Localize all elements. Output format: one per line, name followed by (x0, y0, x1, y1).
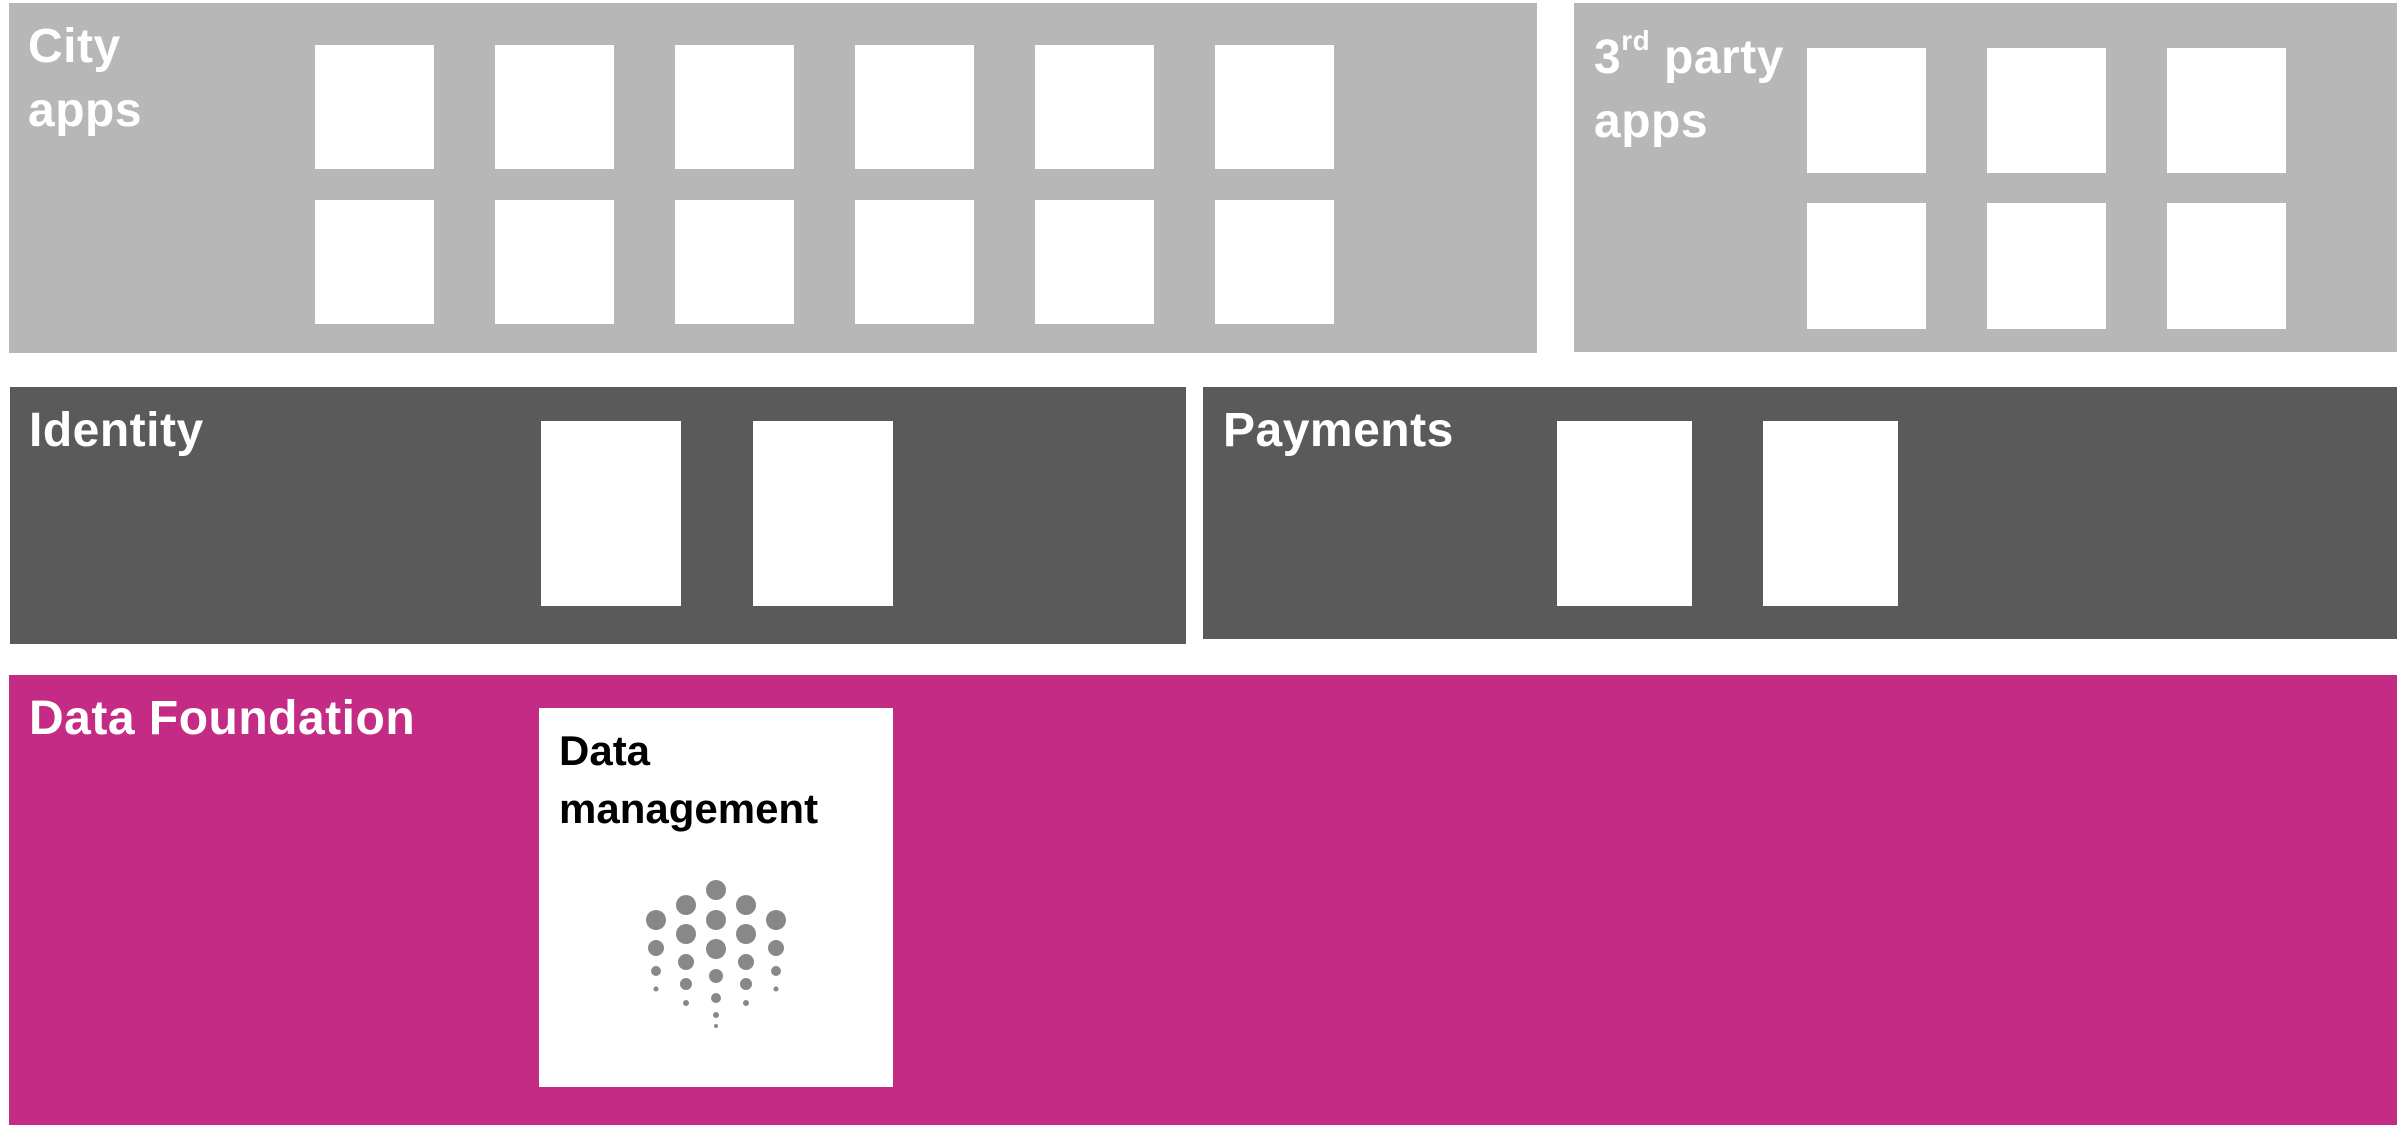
data-foundation-panel: Data Foundation Data management (9, 675, 2397, 1125)
third-party-app-tile[interactable] (1807, 48, 1926, 173)
city-app-tile[interactable] (495, 45, 614, 169)
city-app-tile[interactable] (675, 45, 794, 169)
payments-panel: Payments (1203, 387, 2397, 639)
city-app-tile[interactable] (495, 200, 614, 324)
third-party-apps-panel: 3rd party apps (1574, 3, 2397, 352)
city-app-tile[interactable] (1035, 200, 1154, 324)
third-party-app-tile[interactable] (2167, 48, 2286, 173)
payments-title: Payments (1223, 404, 1454, 457)
city-apps-panel: City apps (9, 3, 1537, 353)
dots-burst-icon (646, 880, 786, 1028)
city-app-tile[interactable] (315, 45, 434, 169)
data-management-card[interactable]: Data management (539, 708, 893, 1087)
city-apps-title: City apps (28, 20, 143, 137)
city-app-tile[interactable] (675, 200, 794, 324)
payments-tile[interactable] (1557, 421, 1692, 606)
data-management-title: Data management (559, 727, 819, 832)
city-app-tile[interactable] (1215, 45, 1334, 169)
payments-tile[interactable] (1763, 421, 1898, 606)
third-party-apps-title: 3rd party apps (1594, 25, 1784, 148)
identity-tile[interactable] (753, 421, 893, 606)
third-party-app-tile[interactable] (1807, 203, 1926, 329)
city-app-tile[interactable] (315, 200, 434, 324)
data-foundation-title: Data Foundation (29, 692, 416, 745)
city-app-tile[interactable] (855, 45, 974, 169)
identity-panel: Identity (10, 387, 1186, 644)
city-app-tile[interactable] (1215, 200, 1334, 324)
third-party-app-tile[interactable] (1987, 203, 2106, 329)
identity-title: Identity (29, 404, 204, 457)
third-party-app-tile[interactable] (1987, 48, 2106, 173)
city-app-tile[interactable] (855, 200, 974, 324)
city-app-tile[interactable] (1035, 45, 1154, 169)
identity-tile[interactable] (541, 421, 681, 606)
third-party-app-tile[interactable] (2167, 203, 2286, 329)
